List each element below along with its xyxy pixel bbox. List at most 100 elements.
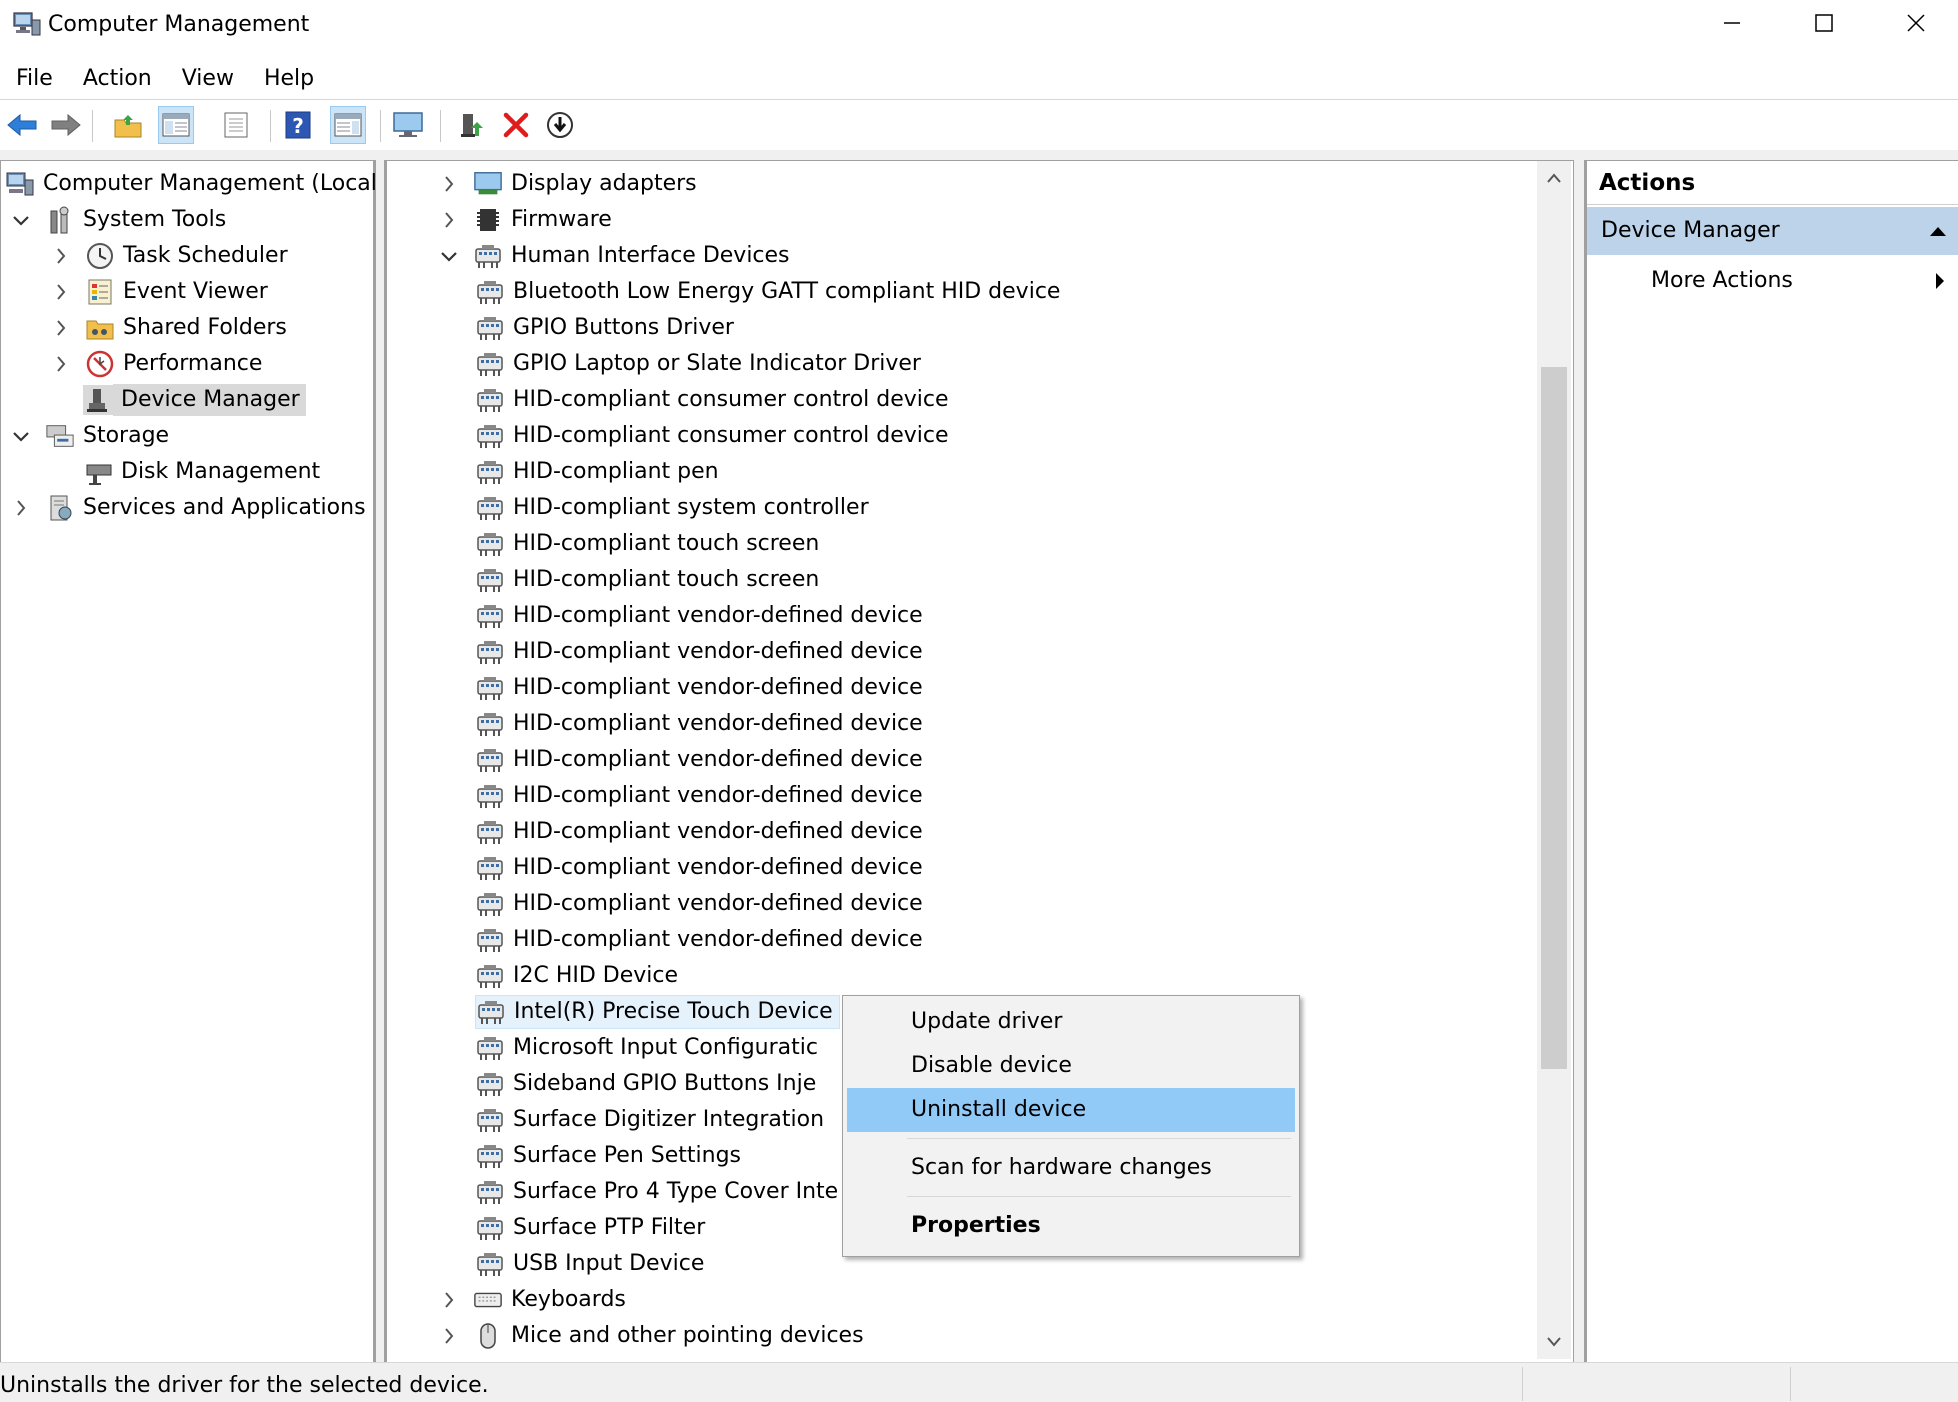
device-item[interactable]: HID-compliant consumer control device [475, 419, 955, 453]
actions-section-label: Device Manager [1601, 218, 1780, 243]
device-item[interactable]: Surface PTP Filter [475, 1211, 711, 1245]
chevron-down-icon[interactable] [439, 246, 459, 266]
device-item[interactable]: HID-compliant vendor-defined device [475, 743, 929, 777]
menu-view[interactable]: View [166, 62, 248, 96]
uninstall-button[interactable] [498, 106, 534, 144]
device-label: HID-compliant touch screen [513, 567, 820, 592]
back-button[interactable] [4, 106, 40, 144]
show-action-pane-button[interactable] [330, 106, 366, 144]
chevron-right-icon[interactable] [11, 498, 31, 518]
device-item-selected[interactable]: Intel(R) Precise Touch Device [475, 995, 840, 1029]
tree-item-task-scheduler[interactable]: Task Scheduler [51, 239, 294, 273]
chevron-right-icon[interactable] [439, 1290, 459, 1310]
vertical-scrollbar[interactable] [1537, 161, 1571, 1359]
splitter[interactable] [376, 160, 384, 1362]
maximize-button[interactable] [1778, 0, 1870, 46]
scroll-up-button[interactable] [1537, 161, 1571, 195]
download-button[interactable] [542, 106, 578, 144]
device-item[interactable]: GPIO Laptop or Slate Indicator Driver [475, 347, 927, 381]
device-item[interactable]: HID-compliant consumer control device [475, 383, 955, 417]
computer-icon [5, 169, 35, 199]
monitor-button[interactable] [390, 106, 426, 144]
device-item[interactable]: HID-compliant vendor-defined device [475, 887, 929, 921]
actions-section-device-manager[interactable]: Device Manager [1587, 207, 1958, 255]
toolbar-divider [270, 110, 271, 142]
more-actions-item[interactable]: More Actions [1587, 259, 1958, 303]
properties-button[interactable] [218, 106, 254, 144]
device-item[interactable]: HID-compliant vendor-defined device [475, 923, 929, 957]
device-category-display-adapters[interactable]: Display adapters [439, 167, 703, 201]
device-item[interactable]: Surface Digitizer Integration [475, 1103, 830, 1137]
menu-disable-device[interactable]: Disable device [847, 1044, 1295, 1088]
device-item[interactable]: HID-compliant vendor-defined device [475, 779, 929, 813]
device-category-keyboards[interactable]: Keyboards [439, 1283, 632, 1317]
device-item[interactable]: HID-compliant system controller [475, 491, 875, 525]
hid-device-icon [475, 709, 505, 739]
device-item[interactable]: HID-compliant touch screen [475, 563, 825, 597]
chevron-right-icon[interactable] [439, 174, 459, 194]
device-category-firmware[interactable]: Firmware [439, 203, 618, 237]
device-label: HID-compliant vendor-defined device [513, 891, 923, 916]
device-item[interactable]: Microsoft Input Configuratic [475, 1031, 824, 1065]
forward-button[interactable] [48, 106, 84, 144]
hid-device-icon [475, 349, 505, 379]
device-item[interactable]: HID-compliant pen [475, 455, 725, 489]
device-item[interactable]: HID-compliant vendor-defined device [475, 671, 929, 705]
menu-file[interactable]: File [0, 62, 67, 96]
menu-update-driver[interactable]: Update driver [847, 1000, 1295, 1044]
tree-item-disk-management[interactable]: Disk Management [79, 455, 326, 489]
chevron-right-icon[interactable] [51, 318, 71, 338]
tree-item-performance[interactable]: Performance [51, 347, 268, 381]
chevron-right-icon[interactable] [51, 282, 71, 302]
device-label: HID-compliant consumer control device [513, 387, 949, 412]
chevron-right-icon[interactable] [51, 354, 71, 374]
chevron-right-icon[interactable] [51, 246, 71, 266]
menu-help[interactable]: Help [248, 62, 328, 96]
device-item[interactable]: I2C HID Device [475, 959, 684, 993]
device-item[interactable]: HID-compliant vendor-defined device [475, 815, 929, 849]
device-label: GPIO Laptop or Slate Indicator Driver [513, 351, 921, 376]
device-label: HID-compliant system controller [513, 495, 869, 520]
minimize-button[interactable] [1686, 0, 1778, 46]
device-category-mice[interactable]: Mice and other pointing devices [439, 1319, 870, 1353]
scroll-down-button[interactable] [1537, 1325, 1571, 1359]
menu-properties[interactable]: Properties [847, 1204, 1295, 1248]
device-item[interactable]: HID-compliant touch screen [475, 527, 825, 561]
tree-item-storage[interactable]: Storage [11, 419, 175, 453]
chevron-right-icon[interactable] [439, 210, 459, 230]
tree-item-shared-folders[interactable]: Shared Folders [51, 311, 293, 345]
chevron-right-icon[interactable] [439, 1326, 459, 1346]
device-item[interactable]: Surface Pen Settings [475, 1139, 747, 1173]
menu-uninstall-device[interactable]: Uninstall device [847, 1088, 1295, 1132]
splitter[interactable] [1574, 160, 1584, 1362]
device-item[interactable]: Surface Pro 4 Type Cover Inte [475, 1175, 844, 1209]
menu-action[interactable]: Action [67, 62, 166, 96]
show-hide-tree-button[interactable] [158, 106, 194, 144]
up-folder-button[interactable] [110, 106, 146, 144]
help-button[interactable]: ? [280, 106, 316, 144]
device-item[interactable]: USB Input Device [475, 1247, 710, 1281]
up-folder-icon [114, 115, 142, 138]
menu-scan-hardware[interactable]: Scan for hardware changes [847, 1146, 1295, 1190]
device-category-hid[interactable]: Human Interface Devices [439, 239, 796, 273]
device-item[interactable]: Bluetooth Low Energy GATT compliant HID … [475, 275, 1066, 309]
device-item[interactable]: HID-compliant vendor-defined device [475, 707, 929, 741]
toolbar: ? [0, 104, 1958, 148]
tree-item-label: Storage [83, 423, 170, 448]
tree-item-root[interactable]: Computer Management (Local) [5, 167, 391, 201]
chevron-down-icon[interactable] [11, 210, 31, 230]
close-button[interactable] [1870, 0, 1958, 46]
tree-item-system-tools[interactable]: System Tools [11, 203, 232, 237]
device-item[interactable]: Sideband GPIO Buttons Inje [475, 1067, 822, 1101]
tree-item-event-viewer[interactable]: Event Viewer [51, 275, 274, 309]
device-item[interactable]: HID-compliant vendor-defined device [475, 635, 929, 669]
device-item[interactable]: GPIO Buttons Driver [475, 311, 740, 345]
device-item[interactable]: HID-compliant vendor-defined device [475, 851, 929, 885]
tree-item-services[interactable]: Services and Applications [11, 491, 372, 525]
scroll-thumb[interactable] [1541, 367, 1567, 1069]
device-item[interactable]: HID-compliant vendor-defined device [475, 599, 929, 633]
tree-item-label: Computer Management (Local) [43, 171, 386, 196]
chevron-down-icon[interactable] [11, 426, 31, 446]
update-driver-button[interactable] [454, 106, 490, 144]
tree-item-device-manager[interactable]: Device Manager [79, 383, 306, 417]
